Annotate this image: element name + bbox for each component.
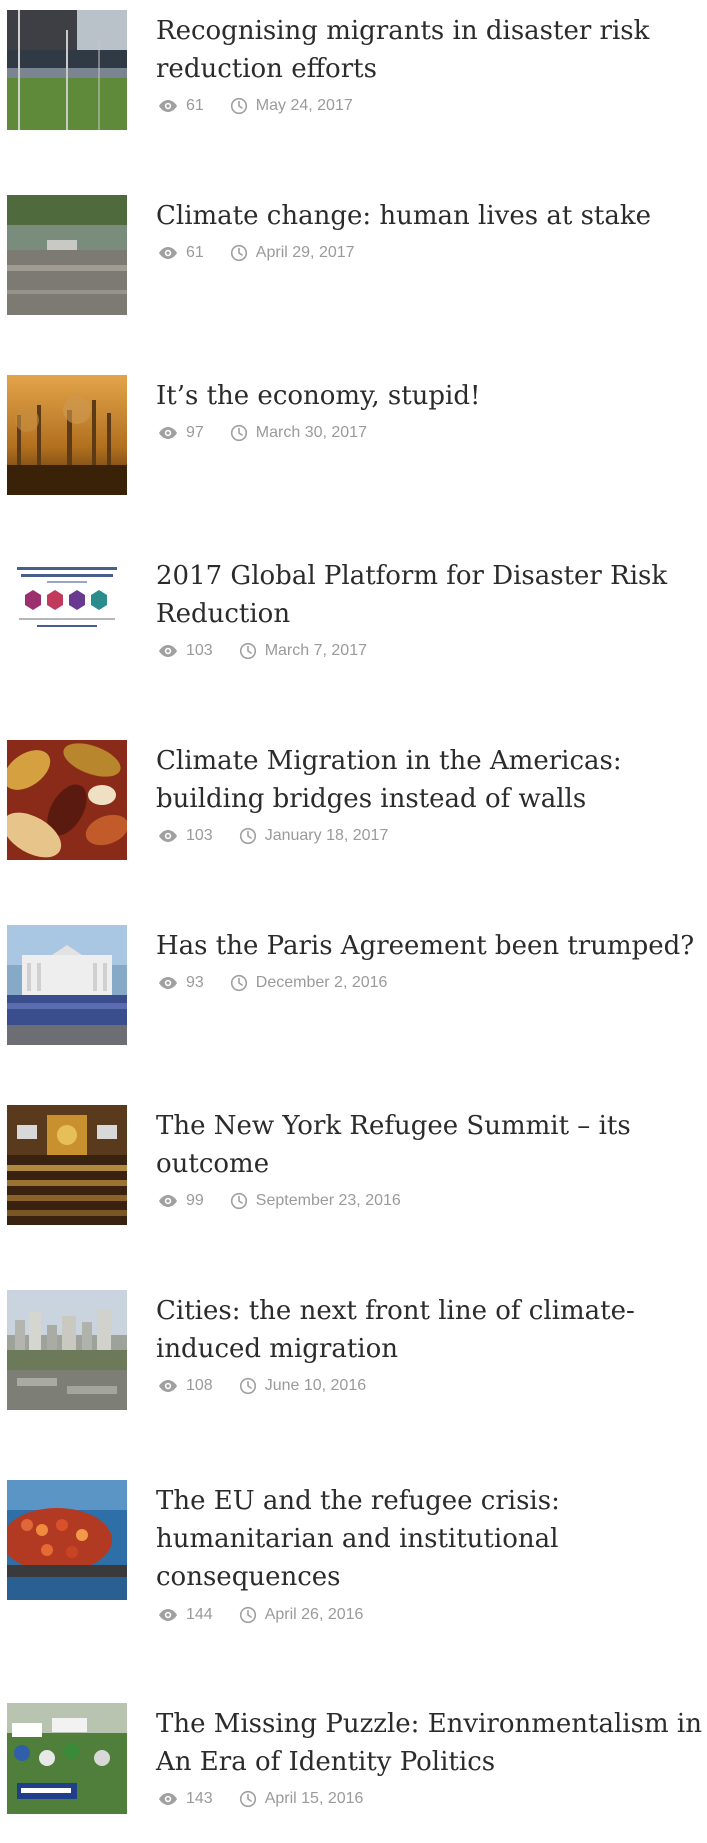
post-title-line: An Era of Identity Politics: [156, 1747, 496, 1777]
post-title-line: Climate Migration in the Americas:: [156, 746, 622, 776]
post-title-line: Reduction: [156, 599, 291, 629]
post-meta: 99 September 23, 2016: [158, 1190, 401, 1212]
list-item: Recognising migrants in disaster risk re…: [0, 10, 707, 150]
eye-icon: [158, 1378, 178, 1394]
post-title-line: outcome: [156, 1149, 270, 1179]
post-meta: 93 December 2, 2016: [158, 972, 387, 994]
eye-icon: [158, 1193, 178, 1209]
post-title-line: The New York Refugee Summit – its: [156, 1111, 631, 1141]
eye-icon: [158, 245, 178, 261]
post-thumbnail[interactable]: [7, 740, 127, 860]
eye-icon: [158, 1791, 178, 1807]
post-thumbnail[interactable]: [7, 10, 127, 130]
post-date: May 24, 2017: [255, 97, 353, 114]
clock-icon: [230, 97, 248, 115]
post-date: January 18, 2017: [264, 827, 389, 844]
view-count: 61: [186, 97, 204, 114]
post-date: June 10, 2016: [264, 1377, 367, 1394]
post-meta: 97 March 30, 2017: [158, 422, 367, 444]
eye-icon: [158, 98, 178, 114]
post-meta: 144 April 26, 2016: [158, 1604, 363, 1626]
post-meta: 143 April 15, 2016: [158, 1788, 363, 1810]
list-item: It’s the economy, stupid! 97 March 30, 2…: [0, 375, 707, 515]
post-thumbnail[interactable]: [7, 1105, 127, 1225]
view-count: 103: [186, 827, 213, 844]
eye-icon: [158, 1607, 178, 1623]
post-title[interactable]: Climate Migration in the Americas: build…: [156, 742, 707, 818]
view-count: 108: [186, 1377, 213, 1394]
clock-icon: [239, 1377, 257, 1395]
post-title-line: induced migration: [156, 1334, 399, 1364]
post-thumbnail[interactable]: [7, 925, 127, 1045]
post-date: March 30, 2017: [255, 424, 367, 441]
clock-icon: [239, 642, 257, 660]
post-title-line: Recognising migrants in disaster risk: [156, 16, 650, 46]
list-item: Climate Migration in the Americas: build…: [0, 740, 707, 880]
post-title-line: humanitarian and institutional: [156, 1524, 559, 1554]
clock-icon: [239, 1790, 257, 1808]
post-title[interactable]: Climate change: human lives at stake: [156, 197, 707, 235]
post-title-line: It’s the economy, stupid!: [156, 381, 481, 411]
post-title[interactable]: Recognising migrants in disaster risk re…: [156, 12, 707, 88]
clock-icon: [230, 1192, 248, 1210]
post-title-line: 2017 Global Platform for Disaster Risk: [156, 561, 668, 591]
post-thumbnail[interactable]: [7, 375, 127, 495]
post-title-line: Has the Paris Agreement been trumped?: [156, 931, 695, 961]
clock-icon: [239, 827, 257, 845]
list-item: The New York Refugee Summit – its outcom…: [0, 1105, 707, 1245]
post-title-line: The EU and the refugee crisis:: [156, 1486, 560, 1516]
post-meta: 61 May 24, 2017: [158, 95, 353, 117]
post-date: April 29, 2017: [255, 244, 355, 261]
list-item: Cities: the next front line of climate- …: [0, 1290, 707, 1430]
view-count: 144: [186, 1606, 213, 1623]
view-count: 97: [186, 424, 204, 441]
clock-icon: [230, 974, 248, 992]
list-item: Climate change: human lives at stake 61 …: [0, 195, 707, 335]
post-title-line: building bridges instead of walls: [156, 784, 587, 814]
post-thumbnail[interactable]: [7, 1703, 127, 1814]
clock-icon: [239, 1606, 257, 1624]
post-title[interactable]: Has the Paris Agreement been trumped?: [156, 927, 707, 965]
eye-icon: [158, 828, 178, 844]
eye-icon: [158, 643, 178, 659]
post-title[interactable]: It’s the economy, stupid!: [156, 377, 707, 415]
post-meta: 103 January 18, 2017: [158, 825, 388, 847]
post-title[interactable]: The EU and the refugee crisis: humanitar…: [156, 1482, 707, 1596]
post-date: September 23, 2016: [255, 1192, 401, 1209]
post-title[interactable]: 2017 Global Platform for Disaster Risk R…: [156, 557, 707, 633]
post-date: April 26, 2016: [264, 1606, 364, 1623]
view-count: 103: [186, 642, 213, 659]
post-title-line: reduction efforts: [156, 54, 377, 84]
post-date: April 15, 2016: [264, 1790, 364, 1807]
post-title[interactable]: The New York Refugee Summit – its outcom…: [156, 1107, 707, 1183]
post-title-line: consequences: [156, 1562, 341, 1592]
post-title-line: Climate change: human lives at stake: [156, 201, 652, 231]
clock-icon: [230, 424, 248, 442]
eye-icon: [158, 425, 178, 441]
post-thumbnail[interactable]: [7, 1480, 127, 1600]
view-count: 61: [186, 244, 204, 261]
post-thumbnail[interactable]: [7, 555, 127, 675]
post-title[interactable]: The Missing Puzzle: Environmentalism in …: [156, 1705, 707, 1781]
post-meta: 108 June 10, 2016: [158, 1375, 366, 1397]
post-thumbnail[interactable]: [7, 1290, 127, 1410]
eye-icon: [158, 975, 178, 991]
post-title-line: The Missing Puzzle: Environmentalism in: [156, 1709, 702, 1739]
post-list: Recognising migrants in disaster risk re…: [0, 0, 707, 1814]
post-title[interactable]: Cities: the next front line of climate- …: [156, 1292, 707, 1368]
post-title-line: Cities: the next front line of climate-: [156, 1296, 635, 1326]
post-meta: 103 March 7, 2017: [158, 640, 367, 662]
list-item: 2017 Global Platform for Disaster Risk R…: [0, 555, 707, 695]
list-item: The EU and the refugee crisis: humanitar…: [0, 1480, 707, 1624]
post-date: December 2, 2016: [255, 974, 388, 991]
view-count: 93: [186, 974, 204, 991]
view-count: 143: [186, 1790, 213, 1807]
list-item: The Missing Puzzle: Environmentalism in …: [0, 1703, 707, 1843]
post-thumbnail[interactable]: [7, 195, 127, 315]
list-item: Has the Paris Agreement been trumped? 93…: [0, 925, 707, 1065]
clock-icon: [230, 244, 248, 262]
view-count: 99: [186, 1192, 204, 1209]
post-date: March 7, 2017: [264, 642, 367, 659]
post-meta: 61 April 29, 2017: [158, 242, 355, 264]
